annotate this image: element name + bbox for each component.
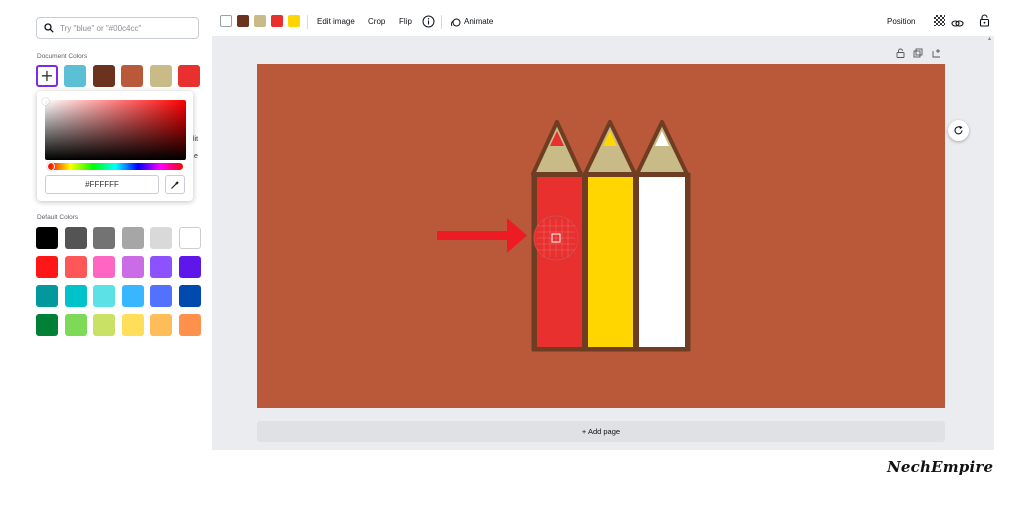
toolbar-divider [441, 15, 442, 29]
document-color-swatch[interactable] [121, 65, 144, 87]
rotate-button[interactable] [948, 120, 969, 141]
edit-image-button[interactable]: Edit image [317, 16, 355, 28]
default-color-swatch[interactable] [150, 285, 173, 307]
default-color-swatch[interactable] [64, 314, 87, 336]
document-color-swatch[interactable] [92, 65, 115, 87]
crop-button[interactable]: Crop [368, 16, 385, 28]
lock-icon[interactable] [979, 14, 990, 27]
eyedropper-button[interactable] [165, 175, 185, 194]
default-color-swatch[interactable] [150, 256, 173, 278]
default-color-swatch[interactable] [64, 256, 87, 278]
document-color-swatch[interactable] [149, 65, 172, 87]
toolbar-color-chip[interactable] [254, 15, 266, 27]
watermark-logo: NechEmpire [887, 458, 994, 476]
info-icon[interactable] [422, 15, 435, 28]
add-color-button[interactable]: + [36, 65, 58, 87]
search-icon [44, 23, 54, 33]
default-color-swatch[interactable] [36, 314, 58, 336]
document-color-swatch[interactable] [64, 65, 86, 87]
color-search-input[interactable] [60, 23, 190, 33]
default-color-swatch[interactable] [93, 314, 116, 336]
scroll-up-arrow[interactable]: ▴ [988, 36, 994, 42]
default-color-swatch[interactable] [179, 285, 201, 307]
toolbar-divider [307, 15, 308, 29]
default-color-swatch[interactable] [179, 227, 201, 249]
add-page-icon[interactable] [932, 48, 942, 58]
add-page-button[interactable]: + Add page [257, 421, 945, 442]
animate-icon [450, 16, 461, 27]
saturation-value-area[interactable] [45, 100, 186, 160]
duplicate-page-icon[interactable] [913, 48, 923, 58]
link-icon[interactable] [951, 16, 964, 27]
hidden-text-fragment: lit [193, 136, 199, 143]
hue-slider[interactable] [48, 163, 183, 170]
default-color-swatch[interactable] [121, 227, 144, 249]
default-color-swatch[interactable] [36, 256, 58, 278]
default-color-swatch[interactable] [93, 227, 116, 249]
animate-button[interactable]: Animate [464, 16, 493, 28]
document-color-swatch[interactable] [178, 65, 201, 87]
toolbar-color-chip[interactable] [237, 15, 249, 27]
default-color-swatch[interactable] [150, 227, 173, 249]
document-colors-label: Document Colors [37, 53, 88, 60]
color-search-box[interactable] [36, 17, 199, 39]
hidden-text-fragment: e [194, 153, 198, 160]
default-color-swatch[interactable] [179, 314, 201, 336]
rotate-icon [953, 125, 964, 136]
default-colors-label: Default Colors [37, 214, 79, 221]
default-color-swatch[interactable] [121, 256, 144, 278]
hex-color-input[interactable]: #FFFFFF [45, 175, 159, 194]
default-color-swatch[interactable] [64, 227, 87, 249]
hue-slider-handle[interactable] [47, 162, 55, 171]
default-color-swatch[interactable] [36, 227, 58, 249]
default-color-swatch[interactable] [64, 285, 87, 307]
eyedropper-magnifier [533, 215, 579, 261]
default-color-swatch[interactable] [121, 285, 144, 307]
toolbar-color-chip[interactable] [288, 15, 300, 27]
default-color-swatch[interactable] [36, 285, 58, 307]
default-color-swatch[interactable] [179, 256, 201, 278]
color-picker-popover: #FFFFFF [37, 91, 193, 201]
flip-button[interactable]: Flip [399, 16, 412, 28]
transparency-icon[interactable] [934, 15, 945, 26]
saturation-handle[interactable] [42, 98, 49, 105]
toolbar-color-chip[interactable] [220, 15, 232, 27]
plus-icon: + [40, 66, 54, 85]
page-lock-icon[interactable] [895, 48, 905, 58]
toolbar-color-chip[interactable] [271, 15, 283, 27]
design-canvas[interactable] [257, 64, 945, 408]
default-color-swatch[interactable] [150, 314, 173, 336]
eyedropper-icon [170, 180, 180, 190]
default-color-swatch[interactable] [121, 314, 144, 336]
canvas-artwork [257, 64, 945, 408]
default-color-swatch[interactable] [93, 285, 116, 307]
default-color-swatch[interactable] [93, 256, 116, 278]
position-button[interactable]: Position [887, 16, 915, 28]
